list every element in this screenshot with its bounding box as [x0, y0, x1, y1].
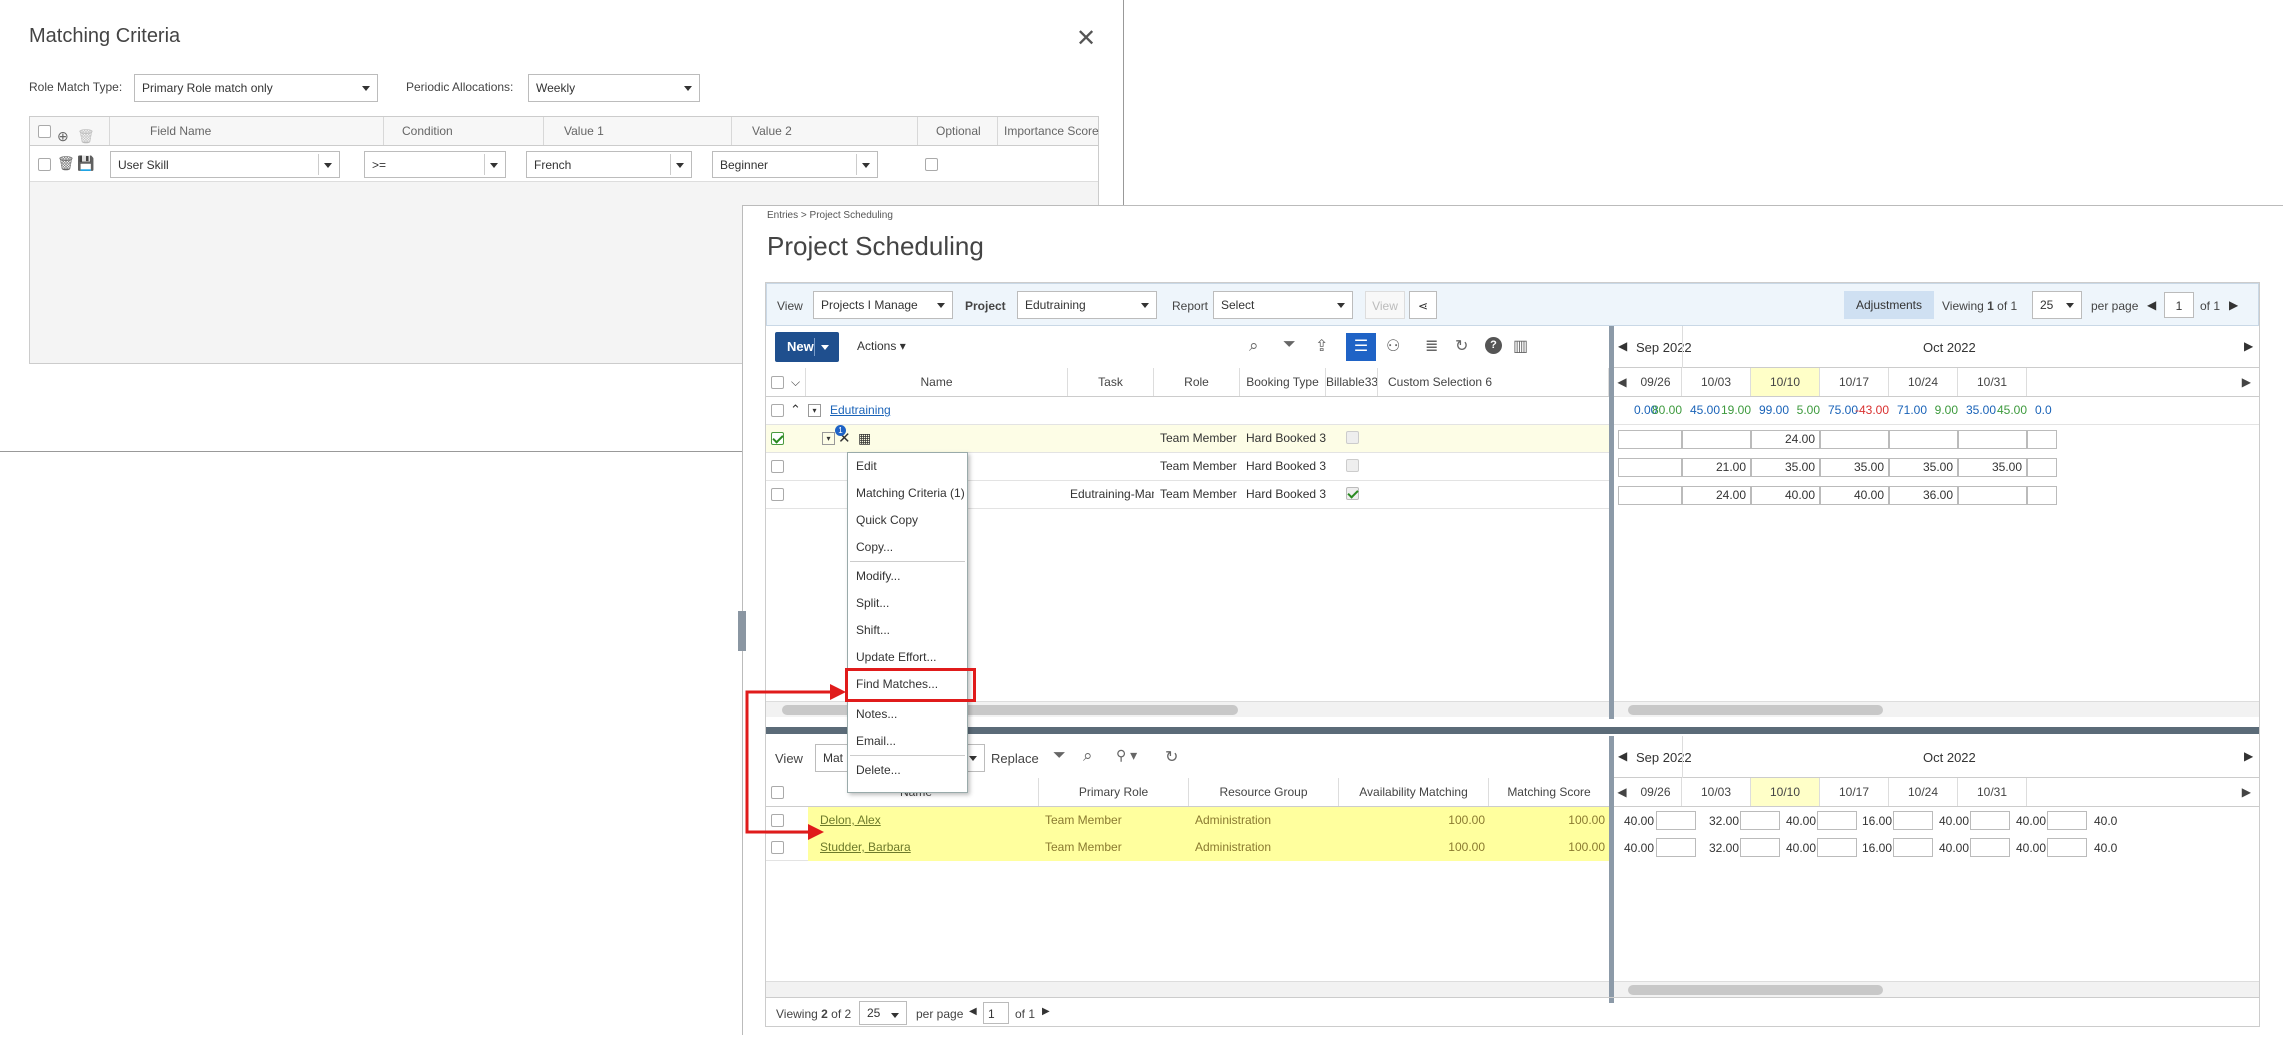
- annotation-arrow: [745, 684, 846, 840]
- arrow-head-top: [830, 684, 846, 700]
- arrow-line: [745, 690, 840, 834]
- arrow-head-bottom: [808, 824, 824, 840]
